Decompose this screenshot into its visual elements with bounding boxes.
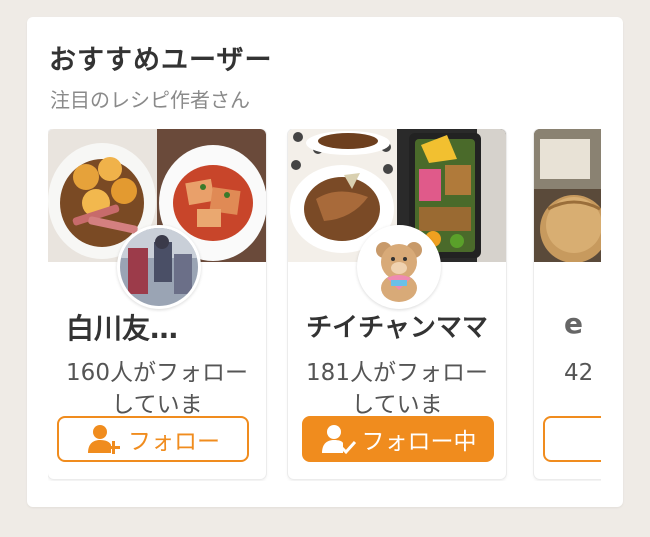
avatar[interactable] [357, 225, 441, 309]
section-title: おすすめユーザー [49, 45, 273, 76]
user-name[interactable]: チイチャンママ [288, 307, 506, 344]
follow-button[interactable] [543, 416, 601, 462]
user-carousel[interactable]: 白川友… 160人がフォローしていま フォロー チイチャンママ 181人がフォロ… [48, 129, 601, 481]
follower-count: 181人がフォローしていま [306, 360, 488, 418]
follow-button[interactable]: フォロー [57, 416, 249, 462]
user-check-icon [321, 425, 356, 455]
follow-button-label: フォロー [128, 429, 220, 455]
section-subtitle: 注目のレシピ作者さん [50, 88, 250, 112]
user-card[interactable]: e 42 [534, 129, 601, 479]
follower-count: 160人がフォローしていま [66, 360, 248, 418]
add-user-icon [88, 425, 120, 454]
user-card[interactable]: 白川友… 160人がフォローしていま フォロー [48, 129, 266, 479]
recipe-photo[interactable] [534, 129, 601, 262]
user-name[interactable]: e [564, 307, 601, 340]
user-name[interactable]: 白川友… [66, 307, 266, 347]
user-card[interactable]: チイチャンママ 181人がフォローしていま フォロー中 [288, 129, 506, 479]
avatar[interactable] [117, 225, 201, 309]
following-button[interactable]: フォロー中 [302, 416, 494, 462]
recipe-photos [534, 129, 601, 262]
following-button-label: フォロー中 [361, 429, 477, 455]
follower-count: 42 [564, 360, 594, 386]
